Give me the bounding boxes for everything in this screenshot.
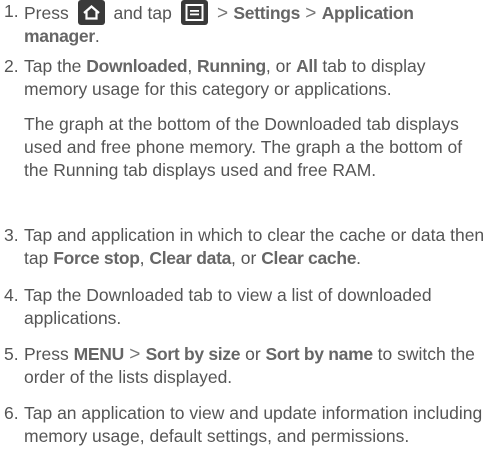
step-number: 2.	[4, 56, 19, 76]
step-number: 4.	[4, 285, 19, 305]
step-5: 5. Press MENU > Sort by size or Sort by …	[0, 343, 488, 389]
path-separator: >	[211, 3, 234, 24]
step-text-run: Press	[24, 344, 74, 364]
instructions-page: 1. Press and tap > Settings > Applicatio…	[0, 0, 491, 474]
step-text-run: ,	[187, 56, 198, 76]
step-text-run: , or	[231, 248, 262, 268]
step-6: 6. Tap an application to view and update…	[0, 402, 488, 448]
step-text-run: .	[356, 248, 362, 268]
step-text-run: Tap an application to view and update in…	[24, 403, 483, 446]
ui-term: Sort by size	[145, 344, 241, 364]
step-text: Press MENU > Sort by size or Sort by nam…	[24, 343, 488, 389]
step-number: 3.	[4, 225, 19, 245]
step-2-note: The graph at the bottom of the Downloade…	[24, 114, 463, 180]
ui-term: Force stop	[53, 248, 140, 268]
ui-term: All	[296, 56, 318, 76]
step-2: 2. Tap the Downloaded, Running, or All t…	[0, 55, 488, 101]
step-text-run: Press	[24, 3, 74, 23]
home-icon	[77, 0, 105, 25]
path-separator: >	[123, 344, 146, 365]
step-text: Tap the Downloaded tab to view a list of…	[24, 284, 488, 330]
step-text-run: or	[240, 344, 266, 364]
step-text: Tap the Downloaded, Running, or All tab …	[24, 55, 488, 101]
path-separator: >	[300, 3, 322, 24]
step-text-run: , or	[265, 56, 297, 76]
step-number: 6.	[4, 403, 19, 423]
ui-term: MENU	[73, 344, 125, 364]
step-1: 1. Press and tap > Settings > Applicatio…	[0, 0, 488, 48]
ui-term: Settings	[233, 3, 301, 23]
ui-term: Downloaded	[86, 56, 188, 76]
step-4: 4. Tap the Downloaded tab to view a list…	[0, 284, 488, 330]
step-text-run: Tap the	[24, 56, 87, 76]
ui-term: Clear cache	[261, 248, 357, 268]
ui-term: Sort by name	[265, 344, 374, 364]
ui-term: Clear data	[149, 248, 232, 268]
step-number: 1.	[4, 1, 19, 21]
step-3: 3. Tap and application in which to clear…	[0, 224, 488, 270]
step-text: Press and tap > Settings > Application m…	[24, 0, 488, 48]
menu-icon	[180, 0, 208, 25]
step-text-run: ,	[139, 248, 150, 268]
step-text: Tap and application in which to clear th…	[24, 224, 488, 270]
step-text-run: and tap	[108, 3, 177, 23]
ui-term: Running	[197, 56, 266, 76]
step-text-run: Tap the Downloaded tab to view a list of…	[24, 285, 432, 328]
step-text: Tap an application to view and update in…	[24, 402, 488, 448]
step-number: 5.	[4, 344, 19, 364]
step-text-run: .	[94, 26, 100, 46]
